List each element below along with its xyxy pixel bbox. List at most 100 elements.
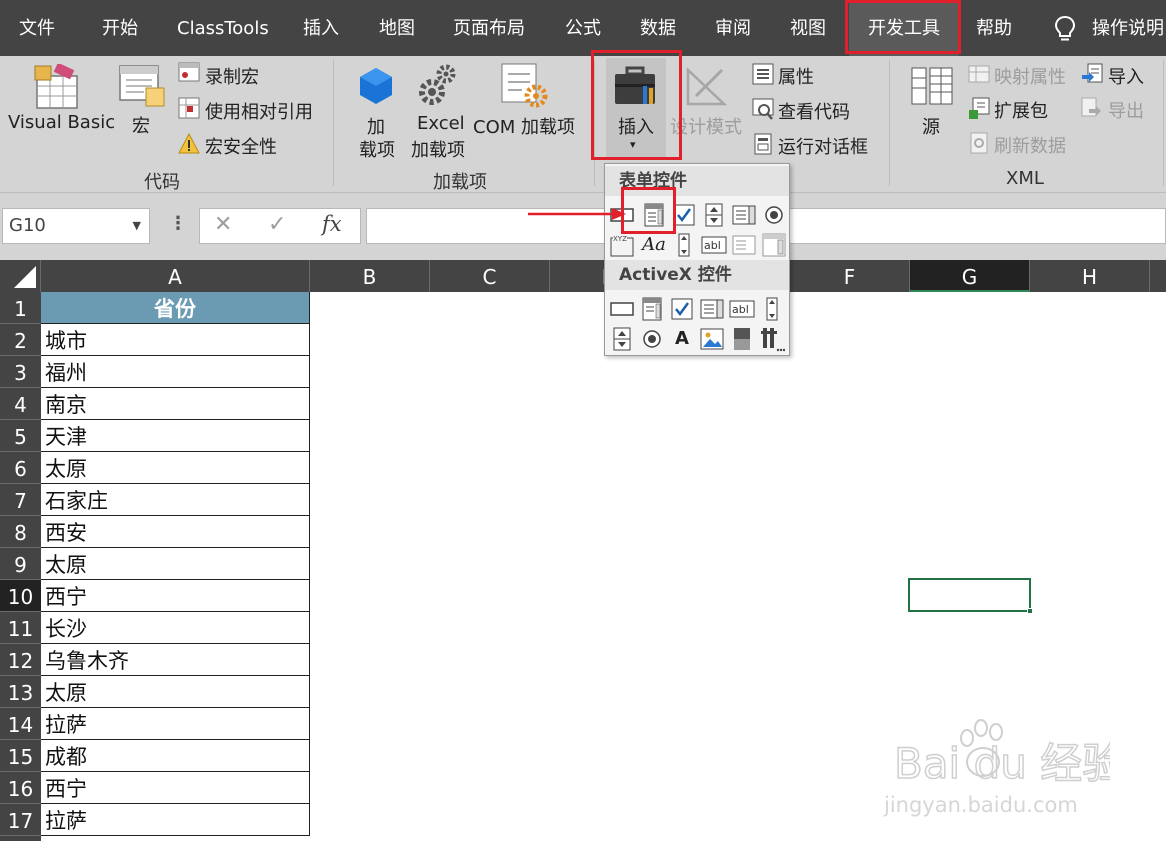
tab-help[interactable]: 帮助 [976,0,1012,56]
row-header[interactable]: 11 [0,612,41,644]
enter-icon[interactable]: ✓ [268,212,286,237]
row-header[interactable]: 4 [0,388,41,420]
tab-formulas[interactable]: 公式 [565,0,601,56]
tab-review[interactable]: 审阅 [715,0,751,56]
table-cell[interactable]: 福州 [41,356,310,388]
refresh-data-button[interactable]: 刷新数据 [994,132,1066,158]
activex-label-icon[interactable]: A [669,326,695,352]
table-cell[interactable]: 西安 [41,516,310,548]
row-header[interactable]: 3 [0,356,41,388]
column-header-c[interactable]: C [430,260,550,292]
excel-addins-button-line1[interactable]: Excel [417,113,465,134]
row-header[interactable]: 5 [0,420,41,452]
import-button[interactable]: 导入 [1108,63,1144,89]
tab-insert[interactable]: 插入 [303,0,339,56]
row-header[interactable]: 9 [0,548,41,580]
record-macro-button[interactable]: 录制宏 [205,63,259,89]
form-text-field-icon[interactable]: abl [701,232,727,258]
tab-classtools[interactable]: ClassTools [177,0,269,56]
table-cell[interactable]: 太原 [41,452,310,484]
excel-addins-button-line2[interactable]: 加载项 [411,136,465,162]
table-cell[interactable]: 乌鲁木齐 [41,644,310,676]
select-all-corner[interactable] [0,260,41,292]
table-cell[interactable]: 拉萨 [41,804,310,836]
table-cell[interactable]: 太原 [41,676,310,708]
activex-text-box-icon[interactable]: abl [729,296,755,322]
macro-security-button[interactable]: 宏安全性 [205,133,277,159]
properties-button[interactable]: 属性 [778,63,814,89]
tell-me-search[interactable]: 操作说明 [1092,0,1164,56]
row-header[interactable]: 6 [0,452,41,484]
run-dialog-button[interactable]: 运行对话框 [778,133,868,159]
table-cell[interactable]: 南京 [41,388,310,420]
export-button[interactable]: 导出 [1108,97,1144,123]
table-cell[interactable]: 西宁 [41,772,310,804]
name-box[interactable]: G10 ▼ [2,208,150,244]
view-code-button[interactable]: 查看代码 [778,98,850,124]
tab-page-layout[interactable]: 页面布局 [453,0,525,56]
relative-references-button[interactable]: 使用相对引用 [205,98,313,124]
table-cell[interactable]: 西宁 [41,580,310,612]
visual-basic-button[interactable]: Visual Basic [8,112,115,133]
row-header[interactable]: 14 [0,708,41,740]
name-box-dropdown-icon[interactable]: ▼ [133,209,141,243]
row-header-selected[interactable]: 10 [0,580,41,612]
activex-toggle-button-icon[interactable] [729,326,755,352]
activex-scroll-bar-icon[interactable] [759,296,785,322]
row-header[interactable]: 12 [0,644,41,676]
tab-file[interactable]: 文件 [19,0,55,56]
form-option-button-icon[interactable] [761,202,787,228]
column-header-f[interactable]: F [790,260,910,292]
row-header[interactable]: 17 [0,804,41,836]
tab-map[interactable]: 地图 [379,0,415,56]
tab-home[interactable]: 开始 [102,0,138,56]
table-cell[interactable]: 拉萨 [41,708,310,740]
row-header[interactable]: 15 [0,740,41,772]
row-header[interactable]: 7 [0,484,41,516]
activex-spin-button-icon[interactable] [609,326,635,352]
cancel-icon[interactable]: ✕ [214,212,232,237]
column-header-b[interactable]: B [310,260,430,292]
fill-handle[interactable] [1027,608,1033,614]
form-label-control-icon[interactable]: Aa [641,232,667,258]
row-header[interactable]: 1 [0,292,41,324]
row-header[interactable]: 13 [0,676,41,708]
header-cell-province[interactable]: 省份 [41,292,310,324]
insert-function-icon[interactable]: fx [322,212,342,236]
table-cell[interactable]: 城市 [41,324,310,356]
macros-button[interactable]: 宏 [132,112,150,138]
com-addins-button[interactable]: COM 加载项 [473,113,575,139]
column-header-g[interactable]: G [910,260,1030,292]
table-cell[interactable]: 太原 [41,548,310,580]
map-properties-button[interactable]: 映射属性 [994,63,1066,89]
row-header[interactable]: 2 [0,324,41,356]
form-combo-dropdown-edit-icon[interactable] [761,232,787,258]
activex-image-icon[interactable] [699,326,725,352]
table-cell[interactable]: 石家庄 [41,484,310,516]
form-group-box-icon[interactable]: XYZ [609,232,635,258]
row-header[interactable]: 16 [0,772,41,804]
table-cell[interactable]: 成都 [41,740,310,772]
activex-more-controls-icon[interactable] [759,326,785,352]
form-scroll-bar-icon[interactable] [671,232,697,258]
tab-data[interactable]: 数据 [640,0,676,56]
expansion-packs-button[interactable]: 扩展包 [994,97,1048,123]
activex-combo-box-icon[interactable] [639,296,665,322]
activex-command-button-icon[interactable] [609,296,635,322]
addins-button-line2[interactable]: 载项 [359,136,395,162]
table-cell[interactable]: 天津 [41,420,310,452]
table-cell[interactable]: 长沙 [41,612,310,644]
form-spin-button-icon[interactable] [701,202,727,228]
form-list-box-icon[interactable] [731,202,757,228]
column-header-h[interactable]: H [1030,260,1150,292]
active-cell-g10[interactable] [908,578,1033,614]
row-header[interactable]: 8 [0,516,41,548]
activex-list-box-icon[interactable] [699,296,725,322]
xml-source-button[interactable]: 源 [922,113,940,139]
activex-option-button-icon[interactable] [639,326,665,352]
tab-view[interactable]: 视图 [790,0,826,56]
form-combo-list-edit-icon[interactable] [731,232,757,258]
column-header-a[interactable]: A [41,260,310,292]
formula-bar-options-icon[interactable]: ⋮ [169,213,187,234]
lightbulb-icon[interactable] [1052,14,1078,44]
